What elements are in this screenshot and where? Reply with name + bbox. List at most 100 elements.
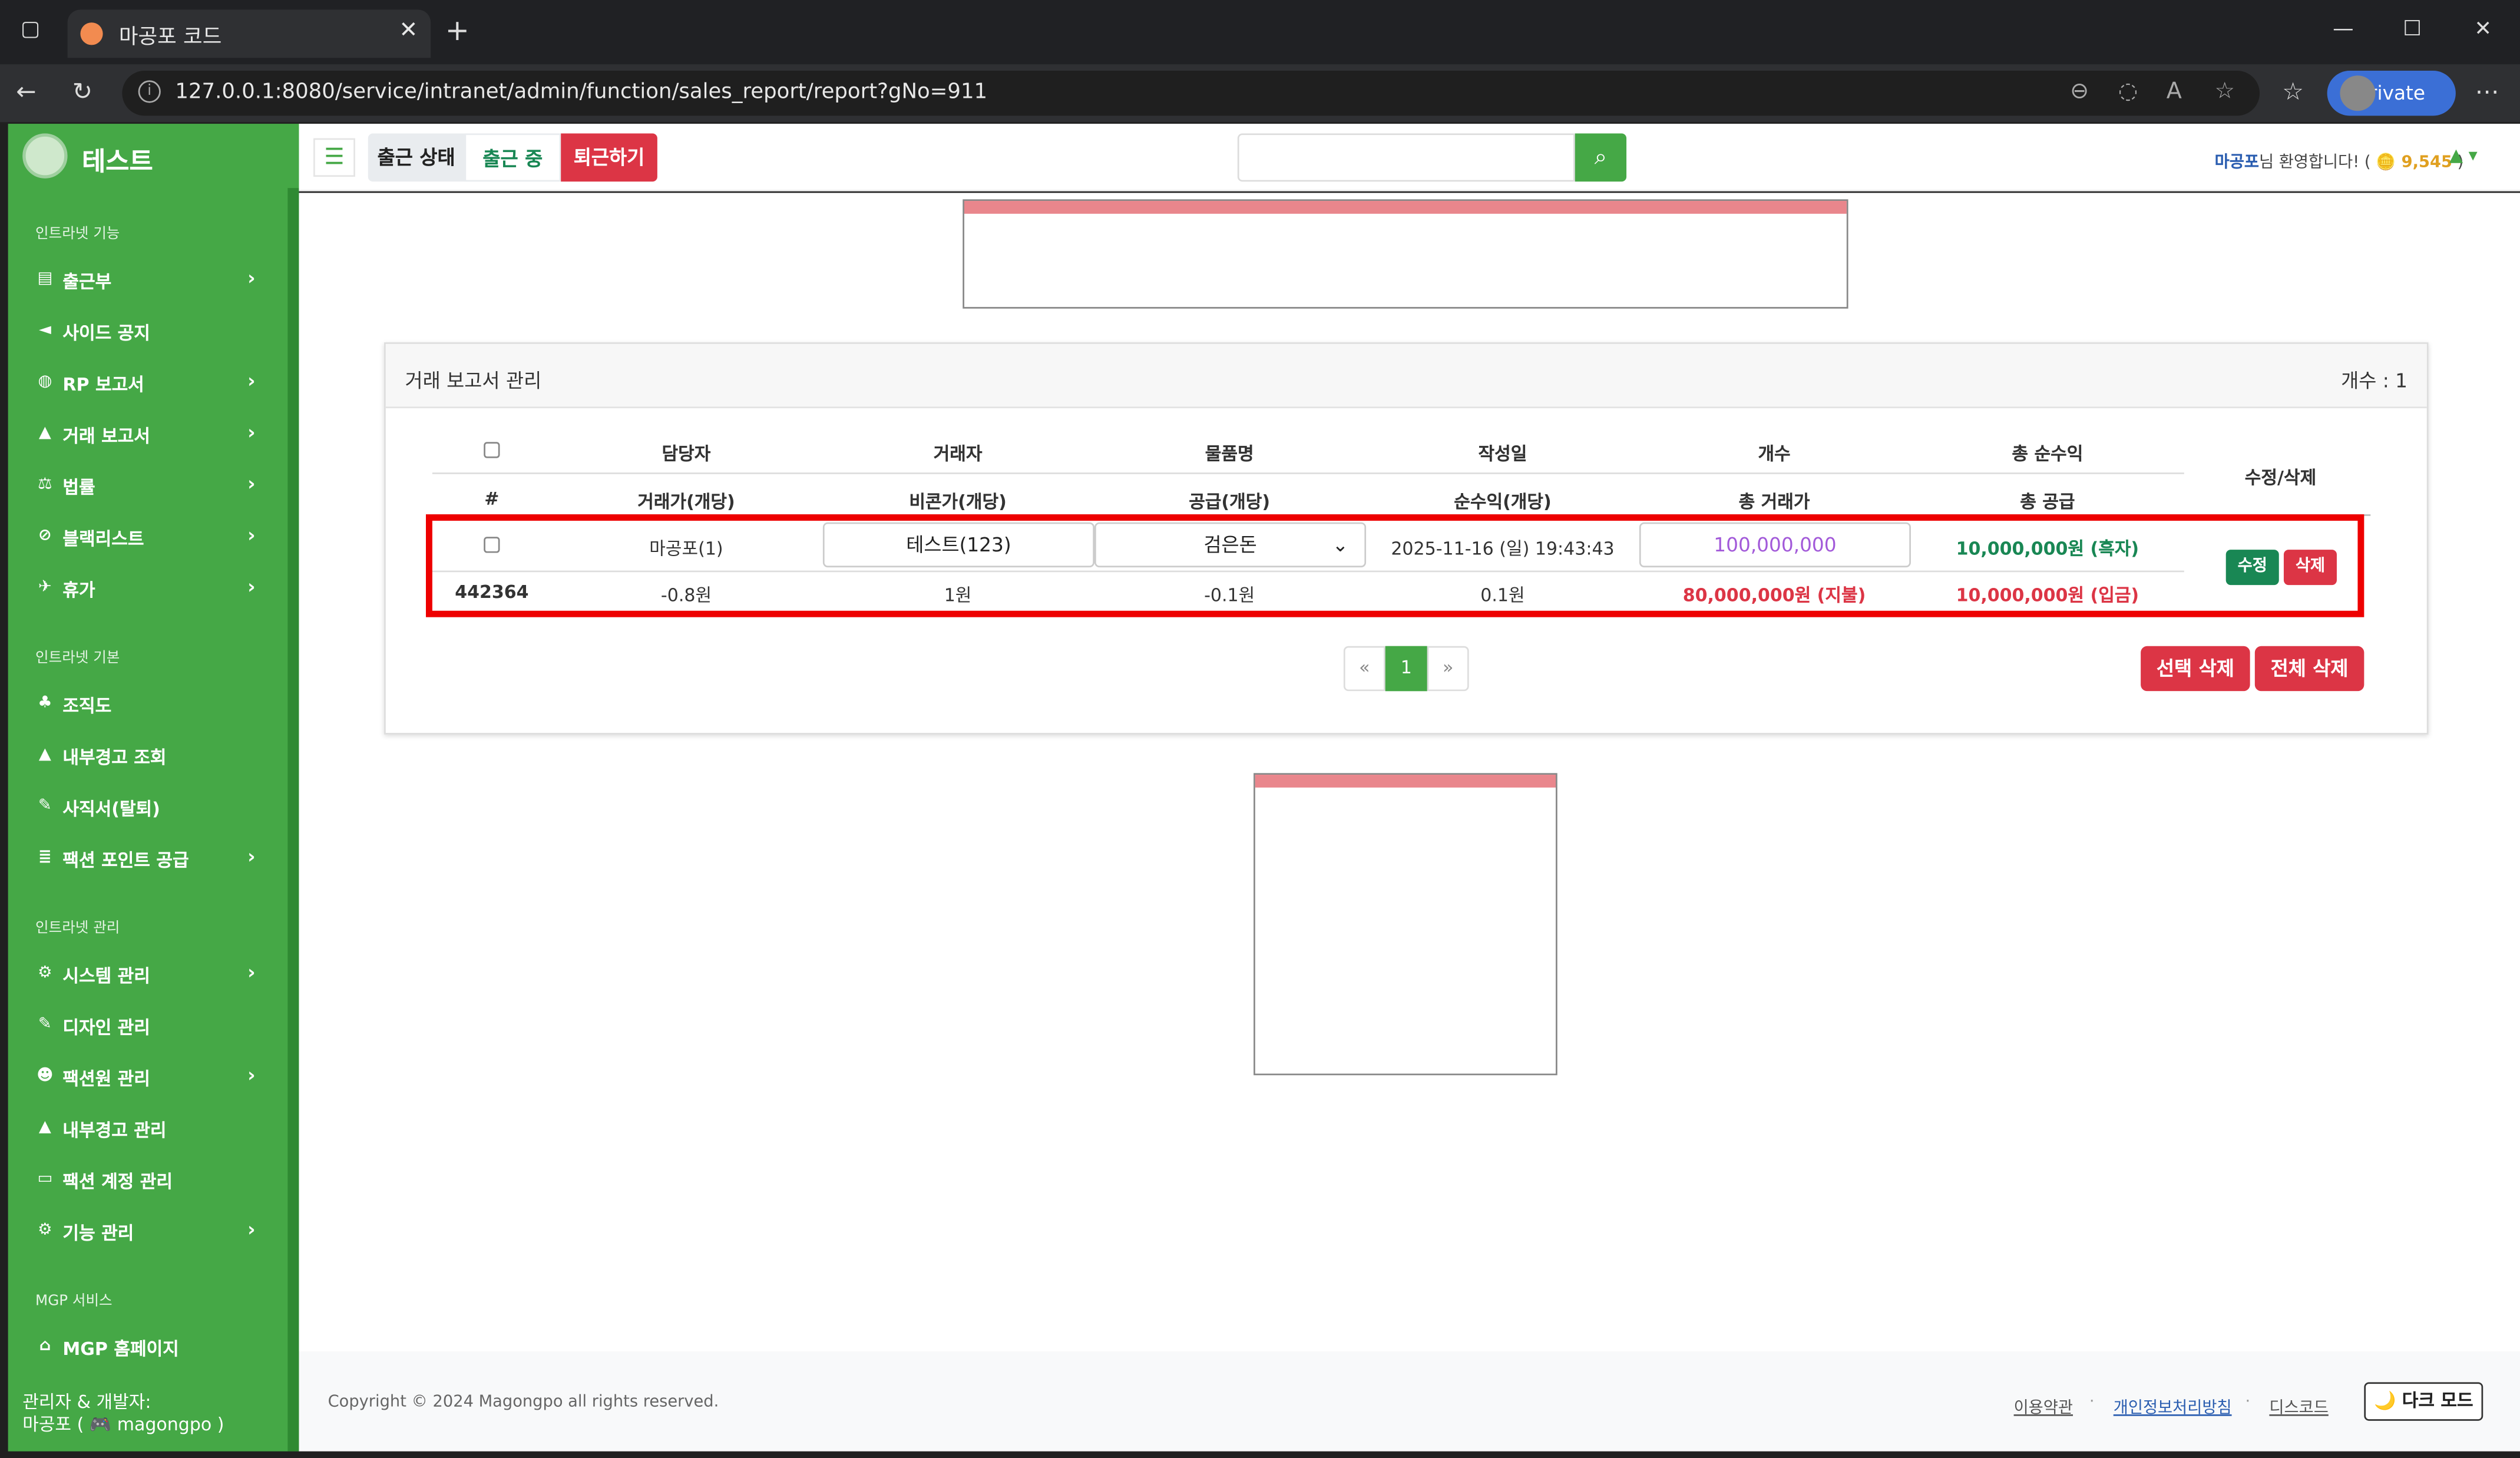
- sitemap-icon: ♣: [38, 694, 52, 712]
- sidebar-item-blacklist[interactable]: ⊘ 블랙리스트 ›: [35, 521, 276, 556]
- url-bar[interactable]: i 127.0.0.1:8080/service/intranet/admin/…: [122, 71, 2260, 116]
- divider: [432, 472, 2184, 474]
- favorites-icon[interactable]: ☆: [2282, 77, 2304, 106]
- sidebar-item-vacation[interactable]: ✈ 휴가 ›: [35, 572, 276, 607]
- sidebar-item-members[interactable]: ☻ 팩션원 관리 ›: [35, 1061, 276, 1096]
- favicon-icon: [80, 22, 103, 45]
- sidebar-heading: 인트라넷 기본: [35, 650, 120, 667]
- col-total-price: 총 거래가: [1738, 491, 1810, 513]
- user-menu-icon[interactable]: ▲ ▾: [2449, 145, 2478, 166]
- sidebar-item-label: 팩션 포인트 공급: [62, 850, 189, 871]
- sidebar-item-trade-report[interactable]: ▲ 거래 보고서 ›: [35, 418, 276, 453]
- sidebar-item-org-chart[interactable]: ♣ 조직도: [35, 688, 276, 723]
- sidebar-item-law[interactable]: ⚖ 법률 ›: [35, 470, 276, 505]
- banner-bottom: [1254, 773, 1557, 1076]
- tab-actions-icon[interactable]: ▢: [13, 13, 48, 48]
- inprivate-button[interactable]: InPrivate: [2327, 71, 2456, 116]
- sidebar-item-label: 시스템 관리: [62, 966, 150, 987]
- minimize-icon[interactable]: —: [2326, 13, 2361, 48]
- reload-icon[interactable]: ↻: [72, 77, 92, 106]
- col-manager: 담당자: [662, 444, 711, 465]
- pager-next[interactable]: »: [1427, 646, 1469, 692]
- sidebar-item-label: 조직도: [62, 696, 112, 717]
- close-tab-icon[interactable]: ✕: [399, 18, 418, 44]
- logo: [22, 133, 68, 178]
- chevron-right-icon: ›: [247, 961, 256, 984]
- developer-name: 마공포 ( 🎮 magongpo ): [22, 1414, 224, 1436]
- menu-toggle-icon[interactable]: ☰: [313, 138, 355, 177]
- sidebar-item-label: 출근부: [62, 272, 112, 293]
- back-icon[interactable]: ←: [16, 77, 36, 106]
- delete-all-button[interactable]: 전체 삭제: [2254, 646, 2364, 692]
- site-info-icon[interactable]: i: [138, 80, 161, 103]
- card-title: 거래 보고서 관리: [405, 369, 542, 392]
- search-button[interactable]: ⌕: [1575, 133, 1627, 182]
- gamepad-icon: ◍: [38, 372, 52, 391]
- sidebar-item-side-notice[interactable]: ◄ 사이드 공지: [35, 315, 276, 351]
- profile-avatar: [2340, 75, 2376, 111]
- col-beacon-price: 비콘가(개당): [909, 491, 1007, 513]
- chevron-right-icon: ›: [247, 845, 256, 868]
- delete-selected-button[interactable]: 선택 삭제: [2141, 646, 2250, 692]
- megaphone-icon: ◄: [38, 321, 51, 339]
- sidebar-item-features[interactable]: ⚙ 기능 관리 ›: [35, 1215, 276, 1251]
- sidebar-item-resignation[interactable]: ✎ 사직서(탈퇴): [35, 791, 276, 826]
- sidebar-item-homepage[interactable]: ⌂ MGP 홈페이지: [35, 1331, 276, 1366]
- col-date: 작성일: [1478, 444, 1527, 465]
- sidebar-item-attendance[interactable]: ▤ 출근부 ›: [35, 263, 276, 299]
- sidebar-heading: 인트라넷 기능: [35, 226, 120, 243]
- zoom-icon[interactable]: ⊖: [2070, 79, 2089, 105]
- sidebar: 테스트 인트라넷 기능 ▤ 출근부 › ◄ 사이드 공지 ◍ RP 보고서 › ▲ 거래 보…: [8, 124, 299, 1452]
- maximize-icon[interactable]: ☐: [2395, 13, 2430, 48]
- sidebar-scrollbar[interactable]: [287, 188, 299, 1452]
- app-window: ▢ 마공포 코드 ✕ + — ☐ ✕ ← ↻ i 127.0.0.1:8080/…: [0, 0, 2520, 1458]
- sidebar-item-label: 사이드 공지: [62, 323, 150, 344]
- search-input[interactable]: [1237, 133, 1575, 182]
- browser-tab[interactable]: 마공포 코드 ✕: [67, 9, 431, 58]
- trade-report-card: 거래 보고서 관리 개수 : 1 담당자 거래자 물품명 작성일 개수 총 순수…: [384, 342, 2429, 735]
- sidebar-item-faction-points[interactable]: ≣ 팩션 포인트 공급 ›: [35, 842, 276, 878]
- close-window-icon[interactable]: ✕: [2465, 13, 2501, 48]
- privacy-link[interactable]: 개인정보처리방침: [2114, 1393, 2232, 1417]
- separator: ·: [2245, 1393, 2251, 1411]
- sidebar-item-system[interactable]: ⚙ 시스템 관리 ›: [35, 958, 276, 993]
- sidebar-item-rp-report[interactable]: ◍ RP 보고서 ›: [35, 366, 276, 402]
- more-icon[interactable]: ⋯: [2475, 77, 2499, 106]
- col-total-supply: 총 공급: [2020, 491, 2075, 513]
- user-name: 마공포: [2214, 154, 2259, 172]
- banner-top: [963, 199, 1848, 309]
- favorite-icon[interactable]: ☆: [2215, 79, 2235, 105]
- warning-icon: ▲: [38, 745, 51, 763]
- sidebar-item-warning-view[interactable]: ▲ 내부경고 조회: [35, 739, 276, 775]
- sidebar-item-label: 팩션원 관리: [62, 1069, 150, 1090]
- banner-bar: [1255, 775, 1556, 788]
- sidebar-item-label: 디자인 관리: [62, 1017, 150, 1039]
- attendance-status-value: 출근 중: [464, 133, 561, 182]
- select-all-checkbox[interactable]: [484, 442, 500, 458]
- sidebar-brand[interactable]: 테스트: [8, 124, 299, 188]
- chevron-right-icon: ›: [247, 1218, 256, 1241]
- users-icon: ☻: [37, 1067, 54, 1085]
- sidebar-item-label: MGP 홈페이지: [62, 1338, 179, 1360]
- new-tab-icon[interactable]: +: [445, 15, 469, 48]
- record-count: 개수 : 1: [2341, 369, 2408, 392]
- tracking-icon[interactable]: ◌: [2118, 79, 2138, 105]
- browser-tabbar: ▢ 마공포 코드 ✕ + — ☐ ✕: [0, 0, 2520, 65]
- pager-page-1[interactable]: 1: [1385, 646, 1427, 692]
- col-actions: 수정/삭제: [2244, 467, 2317, 489]
- pager-prev[interactable]: «: [1343, 646, 1385, 692]
- sidebar-item-design[interactable]: ✎ 디자인 관리: [35, 1009, 276, 1044]
- sidebar-item-label: 기능 관리: [62, 1223, 134, 1244]
- brand-name: 테스트: [82, 146, 153, 177]
- leave-work-button[interactable]: 퇴근하기: [561, 133, 657, 182]
- welcome-text: 님 환영합니다! (: [2258, 154, 2371, 172]
- sidebar-item-accounts[interactable]: ▭ 팩션 계정 관리: [35, 1163, 276, 1199]
- discord-link[interactable]: 디스코드: [2269, 1393, 2328, 1417]
- chevron-right-icon: ›: [247, 524, 256, 547]
- url-text: 127.0.0.1:8080/service/intranet/admin/fu…: [175, 80, 988, 105]
- dark-mode-button[interactable]: 🌙 다크 모드: [2364, 1382, 2483, 1421]
- read-aloud-icon[interactable]: A: [2167, 79, 2182, 105]
- terms-link[interactable]: 이용약관: [2014, 1393, 2073, 1417]
- sidebar-item-warning-manage[interactable]: ▲ 내부경고 관리: [35, 1112, 276, 1148]
- attendance-status-label: 출근 상태: [368, 133, 465, 182]
